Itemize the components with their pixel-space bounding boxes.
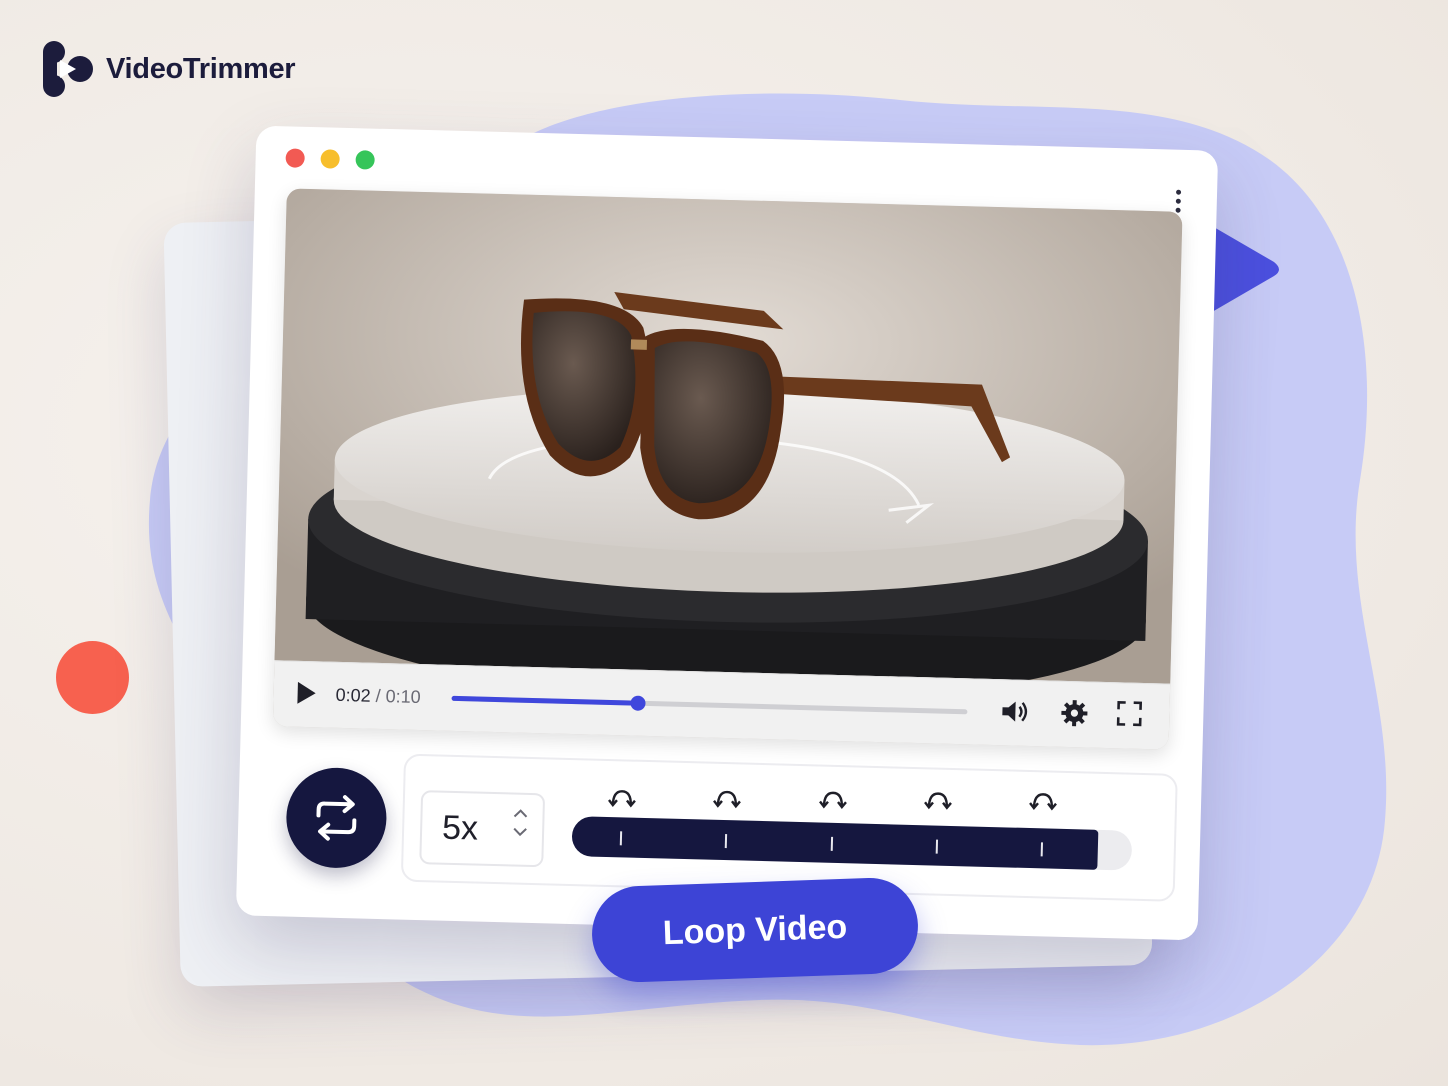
product-image-sunglasses [274, 188, 1183, 701]
repeat-icon [316, 795, 357, 841]
loop-tick [619, 831, 623, 846]
loop-count-stepper[interactable]: 5x [419, 790, 546, 868]
loop-iteration-icon [713, 790, 742, 809]
app-window: 0:02 / 0:10 5x [235, 125, 1219, 941]
total-time: 0:10 [385, 686, 421, 708]
window-minimize-button[interactable] [320, 149, 340, 169]
decorative-dot [56, 641, 129, 714]
loop-tick [725, 834, 728, 849]
loop-iteration-icon [608, 790, 636, 808]
loop-iteration-icon [923, 792, 952, 810]
video-frame[interactable] [274, 188, 1183, 701]
play-icon[interactable] [295, 680, 318, 707]
loop-tick [830, 836, 833, 851]
seek-bar[interactable] [451, 695, 968, 715]
chevron-down-icon[interactable] [512, 826, 528, 837]
loop-tick [935, 839, 938, 854]
window-maximize-button[interactable] [355, 150, 375, 170]
loop-timeline-fill [571, 816, 1099, 870]
loop-timeline[interactable] [571, 816, 1133, 871]
brand-logo: VideoTrimmer [40, 40, 296, 98]
video-player: 0:02 / 0:10 [272, 188, 1183, 750]
brand-name: VideoTrimmer [106, 52, 296, 85]
fullscreen-icon[interactable] [1115, 699, 1144, 728]
loop-count-value: 5x [441, 808, 479, 848]
settings-gear-icon[interactable] [1059, 698, 1090, 729]
window-close-button[interactable] [285, 148, 305, 168]
current-time: 0:02 [335, 684, 371, 706]
loop-video-button[interactable]: Loop Video [590, 876, 920, 984]
more-options-icon[interactable] [1175, 189, 1182, 213]
loop-settings-box: 5x [400, 753, 1178, 902]
loop-tick [1040, 842, 1044, 857]
logo-icon [43, 41, 93, 97]
volume-icon[interactable] [999, 696, 1030, 727]
time-display: 0:02 / 0:10 [335, 685, 421, 708]
seek-handle[interactable] [630, 695, 646, 711]
seek-progress [451, 695, 638, 706]
loop-iteration-icon [818, 791, 847, 810]
loop-iteration-icon [1029, 793, 1058, 811]
time-separator: / [370, 685, 386, 707]
chevron-up-icon[interactable] [512, 808, 528, 818]
loop-toggle-button[interactable] [285, 766, 388, 870]
